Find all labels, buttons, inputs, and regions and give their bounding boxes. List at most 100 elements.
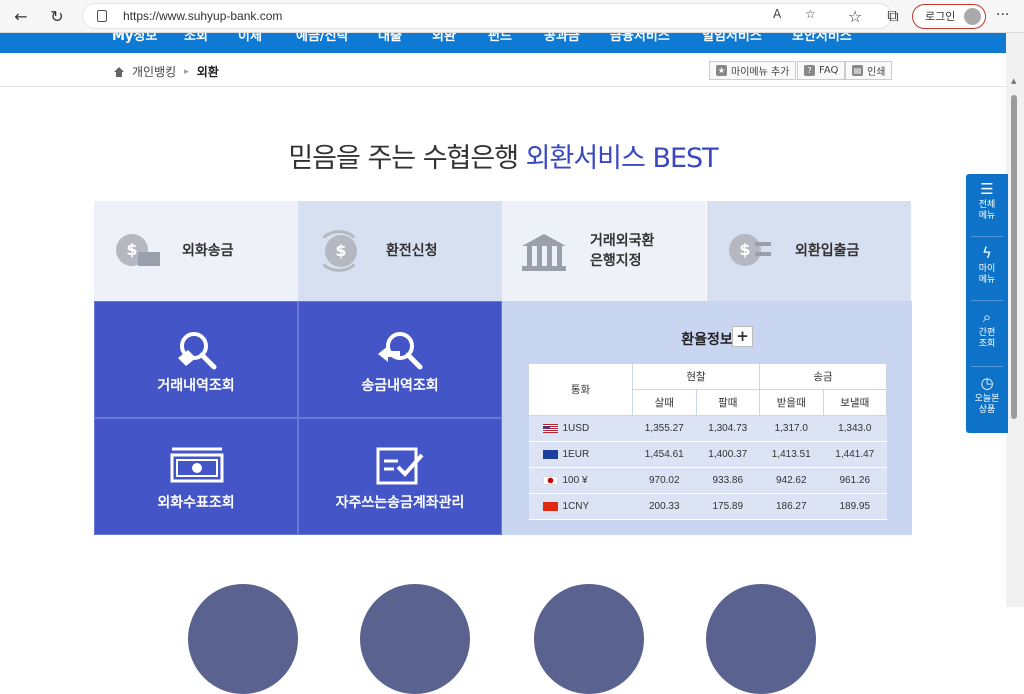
address-bar[interactable]: https://www.suhyup-bank.com A ☆ (82, 3, 892, 29)
eu-flag-icon (542, 449, 558, 459)
table-row: 1CNY 200.33 175.89 186.27 189.95 (528, 493, 887, 520)
gnb-item[interactable]: 외환 (432, 33, 456, 44)
service-circle[interactable] (360, 584, 470, 694)
scrollbar-thumb[interactable] (1011, 95, 1017, 419)
rate-send: 961.26 (823, 467, 887, 494)
col-buy: 살때 (632, 389, 697, 416)
currency-code: 100 ¥ (562, 475, 588, 486)
lightning-icon: ϟ (982, 244, 992, 262)
quick-menu-label: 전체 (978, 200, 996, 210)
tile-label-line1: 거래외국환 (590, 233, 655, 249)
tile-deposit-withdraw[interactable]: $ 외환입출금 (707, 201, 911, 301)
rate-buy: 970.02 (632, 467, 696, 494)
favorites-icon[interactable]: ☆ (842, 4, 868, 28)
rate-buy: 1,454.61 (632, 441, 696, 468)
favorite-add-icon[interactable]: ☆ (805, 7, 816, 21)
rate-send: 1,343.0 (823, 415, 887, 442)
table-row: 1EUR 1,454.61 1,400.37 1,413.51 1,441.47 (528, 441, 887, 468)
gnb-item[interactable]: 금융서비스 (610, 33, 670, 44)
tile-label-line2: 은행지정 (590, 253, 642, 269)
col-cash: 현찰 (632, 363, 760, 390)
gnb-item[interactable]: 이체 (238, 33, 262, 44)
tile-transaction-history[interactable]: 거래내역조회 (94, 301, 298, 418)
currency-code: 1CNY (562, 501, 590, 512)
tile-label: 거래내역조회 (157, 378, 235, 394)
clock-icon: ◷ (980, 374, 994, 392)
gnb-item[interactable]: 일임서비스 (702, 33, 762, 44)
gnb-item[interactable]: My정보 (112, 33, 157, 44)
read-aloud-icon[interactable]: A (773, 7, 781, 21)
tile-label: 외화송금 (182, 243, 234, 259)
tile-label: 환전신청 (386, 243, 438, 259)
gnb-item[interactable]: 예금/신탁 (296, 33, 349, 44)
breadcrumb-home[interactable]: 개인뱅킹 (132, 63, 176, 80)
service-circle[interactable] (534, 584, 644, 694)
rate-buy: 200.33 (632, 493, 696, 520)
tile-exchange-request[interactable]: $ 환전신청 (298, 201, 502, 301)
lock-icon (97, 10, 107, 22)
tile-remittance-history[interactable]: 송금내역조회 (298, 301, 502, 418)
tile-label: 외환입출금 (795, 243, 860, 259)
print-label: 인쇄 (867, 67, 886, 78)
home-icon[interactable] (114, 66, 124, 77)
breadcrumb-bar: 개인뱅킹 ▸ 외환 ★ 마이메뉴 추가 ? FAQ ▤ 인쇄 (0, 53, 1006, 87)
quick-menu-label: 메뉴 (978, 275, 996, 285)
currency-cell: 100 ¥ (528, 467, 633, 494)
gnb-item[interactable]: 펀드 (488, 33, 512, 44)
gnb-item[interactable]: 보안서비스 (792, 33, 852, 44)
bank-building-icon (520, 228, 566, 274)
scroll-up-icon[interactable]: ▲ (1011, 77, 1016, 85)
quick-menu-label: 상품 (978, 405, 996, 415)
tile-foreign-check[interactable]: 외화수표조회 (94, 418, 298, 535)
gnb-item[interactable]: 대출 (378, 33, 402, 44)
collections-icon[interactable]: ⧉ (880, 4, 906, 28)
quick-menu-recent[interactable]: ◷ 오늘본 상품 (966, 376, 1008, 416)
service-circle[interactable] (188, 584, 298, 694)
rate-receive: 1,413.51 (759, 441, 823, 468)
cn-flag-icon (542, 501, 558, 511)
exchange-rate-panel: 환율정보 + 통화 현찰 송금 살때 팔때 받을때 보낼때 1USD 1,355… (502, 301, 912, 535)
rate-more-button[interactable]: + (732, 326, 753, 347)
quick-menu-all[interactable]: ☰ 전체 메뉴 (966, 182, 1008, 222)
service-circle[interactable] (706, 584, 816, 694)
breadcrumb-current: 외환 (196, 65, 219, 79)
magnifier-arrow-icon (378, 332, 423, 370)
exchange-cycle-icon: $ (316, 228, 362, 274)
back-button[interactable]: ← (8, 4, 34, 28)
search-icon: ⌕ (982, 308, 992, 326)
add-my-menu-button[interactable]: ★ 마이메뉴 추가 (709, 61, 797, 80)
print-button[interactable]: ▤ 인쇄 (845, 61, 893, 80)
col-receive: 받을때 (759, 389, 824, 416)
exchange-rate-table: 통화 현찰 송금 살때 팔때 받을때 보낼때 1USD 1,355.27 1,3… (528, 363, 887, 520)
quick-menu-search[interactable]: ⌕ 간편 조회 (966, 310, 1008, 350)
headline-prefix: 믿음을 주는 수협은행 (288, 143, 526, 174)
rate-send: 189.95 (823, 493, 887, 520)
refresh-button[interactable]: ↻ (44, 4, 70, 28)
page-title: 믿음을 주는 수협은행 외환서비스 BEST (0, 136, 1006, 175)
gnb-item[interactable]: 공과금 (544, 33, 580, 44)
tile-label: 외화수표조회 (157, 495, 235, 511)
currency-cell: 1CNY (528, 493, 633, 520)
login-button[interactable]: 로그인 (912, 4, 986, 29)
rate-buy: 1,355.27 (632, 415, 696, 442)
add-my-menu-label: 마이메뉴 추가 (731, 67, 790, 78)
more-icon[interactable]: ··· (996, 7, 1009, 23)
page-scrollbar[interactable]: ▲ (1006, 33, 1024, 607)
gnb-item[interactable]: 조회 (184, 33, 208, 44)
faq-button[interactable]: ? FAQ (797, 61, 846, 80)
tile-bank-designation[interactable]: 거래외국환 은행지정 (502, 201, 706, 301)
address-url[interactable]: https://www.suhyup-bank.com (123, 9, 282, 23)
breadcrumb: 개인뱅킹 ▸ 외환 (114, 63, 219, 80)
tile-label: 송금내역조회 (361, 378, 439, 394)
star-icon: ★ (716, 65, 727, 76)
currency-cell: 1USD (528, 415, 633, 442)
tile-remittance[interactable]: $ 외화송금 (94, 201, 298, 301)
chevron-right-icon: ▸ (184, 66, 189, 77)
remittance-coin-icon: $ (112, 228, 160, 274)
hamburger-icon: ☰ (980, 180, 994, 198)
quick-menu-label: 간편 (978, 328, 996, 338)
tile-frequent-accounts[interactable]: 자주쓰는송금계좌관리 (298, 418, 502, 535)
login-label: 로그인 (925, 10, 956, 23)
quick-menu-my[interactable]: ϟ 마이 메뉴 (966, 246, 1008, 286)
tile-label: 거래외국환 은행지정 (590, 231, 654, 271)
